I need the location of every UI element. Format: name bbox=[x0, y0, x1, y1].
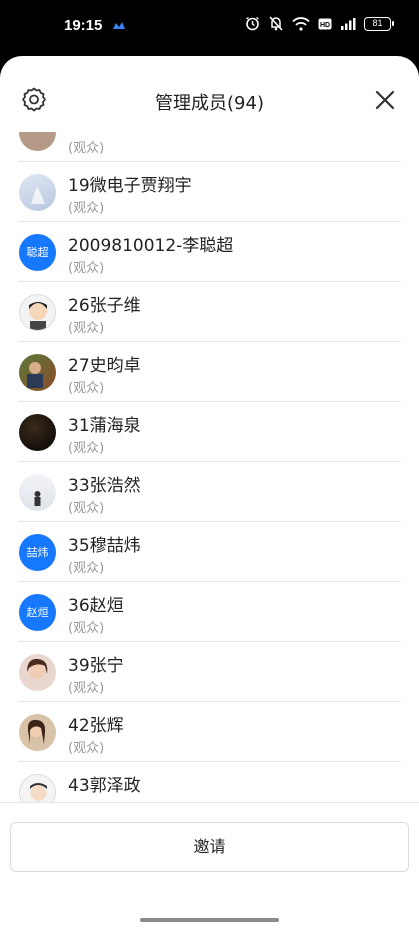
member-row[interactable]: 33张浩然 (观众) bbox=[0, 462, 419, 522]
member-row[interactable]: 26张子维 (观众) bbox=[0, 282, 419, 342]
member-list[interactable]: (观众) 19微电子贾翔宇 (观众) 聪超 2009810012-李聪超 (观众… bbox=[0, 132, 419, 802]
footer-divider bbox=[0, 802, 419, 803]
member-role: (观众) bbox=[68, 681, 105, 696]
member-row[interactable]: 27史昀卓 (观众) bbox=[0, 342, 419, 402]
svg-text:HD: HD bbox=[320, 22, 330, 29]
app-notification-icon bbox=[113, 22, 125, 29]
member-avatar bbox=[19, 132, 56, 151]
member-avatar bbox=[19, 294, 56, 331]
member-row[interactable]: (观众) bbox=[0, 132, 419, 162]
invite-button[interactable]: 邀请 bbox=[10, 822, 409, 872]
member-avatar bbox=[19, 654, 56, 691]
member-avatar bbox=[19, 474, 56, 511]
member-name: 35穆喆炜 bbox=[68, 536, 141, 556]
mute-icon bbox=[269, 16, 283, 31]
member-role: (观众) bbox=[68, 501, 105, 516]
member-role: (观众) bbox=[68, 561, 105, 576]
member-avatar bbox=[19, 774, 56, 802]
status-icons: HD 81 bbox=[245, 16, 394, 31]
member-row[interactable]: 43郭泽政 bbox=[0, 762, 419, 802]
member-row[interactable]: 31蒲海泉 (观众) bbox=[0, 402, 419, 462]
member-row[interactable]: 39张宁 (观众) bbox=[0, 642, 419, 702]
member-row[interactable]: 42张辉 (观众) bbox=[0, 702, 419, 762]
member-role: (观众) bbox=[68, 201, 105, 216]
member-name: 33张浩然 bbox=[68, 476, 141, 496]
status-time: 19:15 bbox=[64, 17, 103, 34]
member-role: (观众) bbox=[68, 261, 105, 276]
status-bar: 19:15 HD 81 bbox=[0, 0, 419, 56]
sheet-header: 管理成员(94) bbox=[0, 56, 419, 132]
member-role: (观众) bbox=[68, 141, 105, 156]
member-avatar bbox=[19, 354, 56, 391]
member-name: 27史昀卓 bbox=[68, 356, 141, 376]
member-role: (观众) bbox=[68, 441, 105, 456]
member-name: 42张辉 bbox=[68, 716, 124, 736]
alarm-icon bbox=[246, 16, 259, 31]
battery-indicator: 81 bbox=[364, 16, 394, 31]
member-row[interactable]: 赵烜 36赵烜 (观众) bbox=[0, 582, 419, 642]
member-avatar bbox=[19, 174, 56, 211]
member-avatar: 赵烜 bbox=[19, 594, 56, 631]
member-role: (观众) bbox=[68, 621, 105, 636]
member-role: (观众) bbox=[68, 741, 105, 756]
member-name: 43郭泽政 bbox=[68, 776, 141, 796]
member-avatar: 聪超 bbox=[19, 234, 56, 271]
member-row[interactable]: 喆炜 35穆喆炜 (观众) bbox=[0, 522, 419, 582]
manage-members-sheet: 管理成员(94) (观众) 19微电子贾翔宇 (观众) 聪超 200981001… bbox=[0, 56, 419, 931]
member-role: (观众) bbox=[68, 321, 105, 336]
member-avatar bbox=[19, 414, 56, 451]
member-name: 39张宁 bbox=[68, 656, 124, 676]
member-avatar: 喆炜 bbox=[19, 534, 56, 571]
close-icon[interactable] bbox=[373, 88, 397, 112]
member-name: 19微电子贾翔宇 bbox=[68, 176, 192, 196]
member-row[interactable]: 19微电子贾翔宇 (观众) bbox=[0, 162, 419, 222]
member-row[interactable]: 聪超 2009810012-李聪超 (观众) bbox=[0, 222, 419, 282]
wifi-icon bbox=[292, 16, 310, 31]
page-title: 管理成员(94) bbox=[155, 93, 264, 114]
member-name: 26张子维 bbox=[68, 296, 141, 316]
member-name: 36赵烜 bbox=[68, 596, 124, 616]
hd-icon: HD bbox=[318, 18, 332, 29]
member-role: (观众) bbox=[68, 381, 105, 396]
signal-icon bbox=[341, 17, 356, 30]
member-name: 31蒲海泉 bbox=[68, 416, 141, 436]
home-indicator[interactable] bbox=[140, 918, 279, 922]
member-avatar bbox=[19, 714, 56, 751]
member-name: 2009810012-李聪超 bbox=[68, 236, 234, 256]
